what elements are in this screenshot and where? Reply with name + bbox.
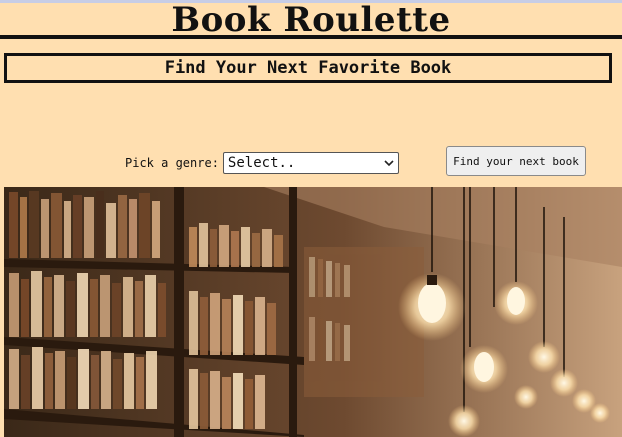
bookshelf-photo-icon	[4, 187, 622, 437]
tagline-text: Find Your Next Favorite Book	[164, 58, 452, 78]
find-next-book-button[interactable]: Find your next book	[446, 146, 586, 176]
library-hero-image	[4, 187, 622, 437]
title-divider	[0, 35, 622, 39]
tagline-box: Find Your Next Favorite Book	[4, 53, 612, 83]
genre-select-value: Select..	[227, 155, 296, 171]
genre-label: Pick a genre:	[125, 156, 219, 170]
site-title: Book Roulette	[171, 0, 451, 40]
chevron-down-icon	[384, 160, 394, 167]
genre-picker-row: Pick a genre: Select..	[125, 152, 399, 174]
genre-select[interactable]: Select..	[222, 152, 399, 174]
